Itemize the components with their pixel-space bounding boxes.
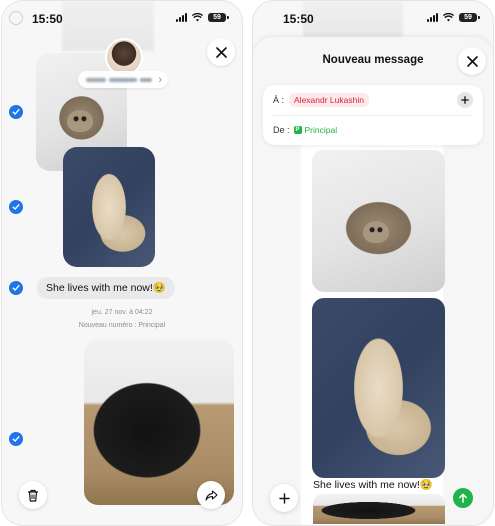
selection-check-3[interactable]: [9, 281, 23, 295]
compose-sheet: Nouveau message À : Alexandr Lukashin De…: [253, 37, 493, 525]
plus-icon: [278, 492, 290, 504]
status-time: 15:50: [283, 12, 314, 26]
plus-icon: [461, 96, 469, 104]
selection-check-2[interactable]: [9, 200, 23, 214]
new-message-screen: 15:50 59 Nouveau message À : Alexandr Lu…: [252, 0, 494, 526]
add-attachment-button[interactable]: [270, 484, 298, 512]
compose-text[interactable]: She lives with me now!🥹: [313, 478, 433, 491]
close-icon: [466, 55, 478, 67]
share-forward-icon: [204, 489, 218, 501]
close-icon: [215, 46, 227, 58]
checkmark-icon: [12, 285, 20, 292]
from-label: De :: [273, 125, 290, 135]
checkmark-icon: [12, 204, 20, 211]
line-change-notice: Nouveau numéro : Principal: [78, 322, 166, 329]
close-button[interactable]: [458, 47, 486, 75]
sheet-title: Nouveau message: [322, 54, 424, 66]
recipient-chip[interactable]: Alexandr Lukashin: [289, 93, 369, 107]
signal-icon: [176, 13, 187, 22]
checkmark-icon: [12, 109, 20, 116]
attached-photo-black-cat[interactable]: [313, 494, 445, 524]
selection-check-1[interactable]: [9, 105, 23, 119]
status-time: 15:50: [32, 12, 63, 26]
send-button[interactable]: [453, 488, 473, 508]
checkmark-icon: [12, 436, 20, 443]
selection-screen: 15:50 59 › She lives with me now!🥹 jeu. …: [1, 0, 243, 526]
delete-button[interactable]: [19, 481, 47, 509]
from-line-label: Principal: [304, 125, 338, 135]
trash-icon: [28, 489, 38, 502]
to-label: À :: [273, 95, 285, 105]
attached-photo-cat-bathtub[interactable]: [312, 150, 445, 292]
selection-check-4[interactable]: [9, 432, 23, 446]
add-recipient-button[interactable]: [457, 92, 473, 108]
attached-photo-cat-lying[interactable]: [312, 298, 445, 478]
close-button[interactable]: [207, 38, 235, 66]
status-bar: 15:50 59: [2, 1, 242, 37]
recipient-card: À : Alexandr Lukashin De : P Principal: [263, 85, 483, 145]
from-row[interactable]: De : P Principal: [273, 115, 473, 145]
contact-name-pill[interactable]: ›: [78, 71, 168, 88]
status-bar: 15:50 59: [253, 1, 493, 37]
wifi-icon: [192, 13, 203, 22]
chevron-right-icon: ›: [158, 73, 162, 86]
battery-icon: 59: [208, 13, 229, 22]
from-line-selector[interactable]: P Principal: [293, 125, 338, 135]
wifi-icon: [443, 13, 454, 22]
message-photo-cat-lying[interactable]: [63, 147, 155, 267]
battery-icon: 59: [459, 13, 480, 22]
message-timestamp: jeu. 27 nov. à 04:22: [91, 309, 153, 316]
message-bubble[interactable]: She lives with me now!🥹: [37, 277, 175, 299]
arrow-up-icon: [459, 493, 467, 503]
signal-icon: [427, 13, 438, 22]
to-row[interactable]: À : Alexandr Lukashin: [273, 85, 473, 116]
share-button[interactable]: [197, 481, 225, 509]
status-icons: 59: [427, 13, 480, 22]
status-icons: 59: [176, 13, 229, 22]
line-badge-icon: P: [293, 126, 302, 134]
